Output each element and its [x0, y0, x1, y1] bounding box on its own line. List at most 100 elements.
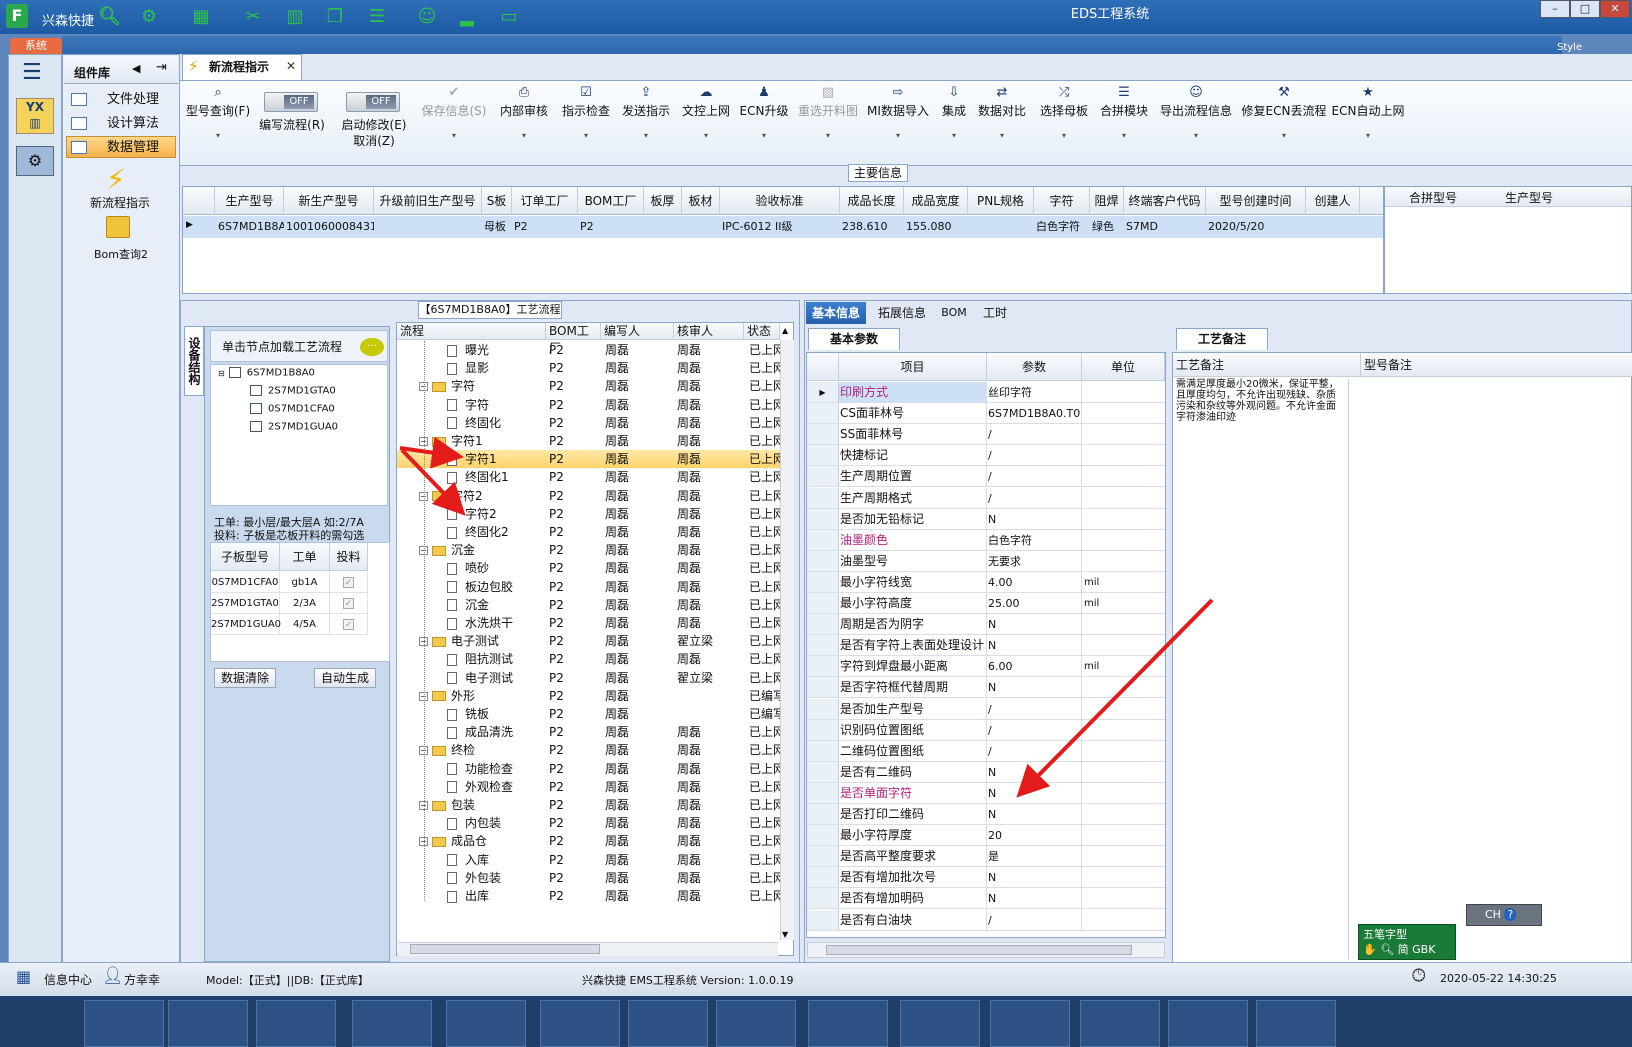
param-row[interactable]: 是否高平整度要求是	[807, 846, 1165, 868]
column-header[interactable]: 成品长度	[840, 187, 904, 215]
column-header[interactable]: 新生产型号	[284, 187, 374, 215]
param-row[interactable]: 是否字符框代替周期 N	[807, 677, 1165, 699]
param-value[interactable]: /	[987, 909, 1082, 930]
process-row[interactable]: 阻抗测试 P2 周磊 周磊 已上网	[397, 650, 780, 668]
param-row[interactable]: 快捷标记 /	[807, 445, 1165, 467]
tab-process-remark[interactable]: 工艺备注	[1176, 328, 1268, 350]
shortcut-bom-query[interactable]: Bom查询2	[94, 246, 148, 262]
column-header[interactable]: 工单	[280, 543, 330, 571]
table-cell[interactable]: 白色字符	[1034, 216, 1090, 238]
process-row[interactable]: − 外形 P2 周磊 已编写	[397, 687, 780, 705]
table-cell[interactable]	[682, 216, 720, 238]
param-value[interactable]: N	[987, 677, 1082, 698]
tab-new-flow[interactable]: 新流程指示	[182, 54, 302, 80]
gear-icon[interactable]: ⚙	[138, 6, 160, 28]
process-row[interactable]: 终固化2 P2 周磊 周磊 已上网	[397, 523, 780, 541]
library-item[interactable]: 设计算法	[66, 112, 176, 134]
param-value[interactable]: 25.00	[987, 593, 1082, 613]
param-row[interactable]: 是否有字符上表面处理设计 N	[807, 635, 1165, 657]
grid-icon[interactable]: ▦	[190, 6, 212, 28]
process-row[interactable]: 曝光 P2 周磊 周磊 已上网	[397, 341, 780, 359]
grid-icon[interactable]: ▦	[16, 968, 36, 986]
param-value[interactable]: N	[987, 888, 1082, 909]
column-header[interactable]: 板材	[682, 187, 720, 215]
column-header[interactable]: 流程	[397, 323, 546, 340]
copy-icon[interactable]: ❐	[324, 6, 346, 28]
taskbar-button[interactable]	[540, 1000, 620, 1047]
process-row[interactable]: − 电子测试 P2 周磊 翟立梁 已上网	[397, 632, 780, 650]
column-header[interactable]: 板厚	[644, 187, 682, 215]
param-value[interactable]: N	[987, 614, 1082, 635]
process-row[interactable]: 板边包胶 P2 周磊 周磊 已上网	[397, 578, 780, 596]
process-row[interactable]: 喷砂 P2 周磊 周磊 已上网	[397, 559, 780, 577]
param-value[interactable]: 无要求	[987, 550, 1082, 571]
ime-status-bar[interactable]: 五笔字型 ✋ 🔍︎ 简 GBK	[1358, 924, 1456, 960]
auto-generate-button[interactable]: 自动生成	[314, 668, 376, 688]
user-icon[interactable]: ☺	[416, 6, 438, 28]
taskbar-button[interactable]	[1256, 1000, 1336, 1047]
param-row[interactable]: 周期是否为阴字 N	[807, 614, 1165, 636]
close-tab-icon[interactable]: ✕	[286, 59, 296, 73]
process-row[interactable]: 水洗烘干 P2 周磊 周磊 已上网	[397, 614, 780, 632]
param-row[interactable]: CS面菲林号 6S7MD1B8A0.T01	[807, 403, 1165, 425]
column-header[interactable]: 成品宽度	[904, 187, 968, 215]
scissors-icon[interactable]: ✂	[242, 6, 264, 28]
param-value[interactable]: N	[987, 761, 1082, 782]
tab-device-structure[interactable]: 设备结构	[184, 326, 204, 396]
taskbar-button[interactable]	[716, 1000, 796, 1047]
process-row[interactable]: − 包装 P2 周磊 周磊 已上网	[397, 796, 780, 814]
tab-work-hours[interactable]: 工时	[978, 302, 1012, 324]
list-icon[interactable]: ☰	[366, 6, 388, 28]
param-row[interactable]: 油墨型号 无要求	[807, 550, 1165, 572]
system-menu-tab[interactable]: 系统	[10, 38, 62, 54]
process-row[interactable]: 终固化1 P2 周磊 周磊 已上网	[397, 468, 780, 486]
table-cell[interactable]: P2	[512, 216, 578, 238]
param-value[interactable]: /	[987, 719, 1082, 740]
column-header[interactable]: BOM工厂	[578, 187, 644, 215]
info-center-link[interactable]: 信息中心	[44, 971, 92, 988]
column-header[interactable]: 订单工厂	[512, 187, 578, 215]
param-row[interactable]: 生产周期格式 /	[807, 487, 1165, 509]
folder-icon[interactable]	[106, 216, 130, 238]
column-header[interactable]: 核审人	[674, 323, 744, 340]
toggle-switch[interactable]: OFF	[264, 92, 318, 112]
column-header[interactable]: 生产型号	[216, 187, 284, 215]
table-cell[interactable]	[968, 216, 1034, 238]
column-header[interactable]: BOM工厂	[546, 323, 601, 355]
table-cell[interactable]: 2020/5/20	[1206, 216, 1306, 238]
column-header[interactable]: 单位	[1082, 353, 1165, 381]
toggle-switch[interactable]: OFF	[346, 92, 400, 112]
param-value[interactable]: /	[987, 466, 1082, 487]
param-value[interactable]: N	[987, 508, 1082, 529]
taskbar-button[interactable]	[446, 1000, 526, 1047]
taskbar-button[interactable]	[900, 1000, 980, 1047]
pin-icon[interactable]: ⇥	[156, 60, 167, 75]
ime-language-bar[interactable]: CH ?	[1466, 904, 1542, 926]
shortcut-new-flow[interactable]: 新流程指示	[90, 194, 150, 211]
column-header[interactable]: 型号备注	[1361, 353, 1632, 377]
param-value[interactable]: /	[987, 698, 1082, 719]
param-row[interactable]: 是否有增加明码 N	[807, 888, 1165, 910]
table-cell[interactable]: 母板	[482, 216, 512, 238]
column-header[interactable]: 生产型号	[1481, 189, 1577, 206]
column-header[interactable]: 编写人	[601, 323, 674, 340]
scroll-thumb[interactable]	[410, 944, 600, 954]
param-value[interactable]: /	[987, 445, 1082, 466]
param-row[interactable]: 是否有白油块 /	[807, 909, 1165, 931]
tree-node[interactable]: 2S7MD1GUA0	[250, 421, 338, 433]
column-header[interactable]: 型号创建时间	[1206, 187, 1306, 215]
library-item[interactable]: 文件处理	[66, 88, 176, 110]
column-header[interactable]: 参数	[987, 353, 1082, 381]
table-cell[interactable]	[644, 216, 682, 238]
ribbon-button[interactable]: ☺ 导出流程信息 ▾	[1146, 84, 1246, 140]
param-value[interactable]: N	[987, 867, 1082, 888]
param-value[interactable]: 20	[987, 825, 1082, 846]
taskbar-button[interactable]	[1080, 1000, 1160, 1047]
process-row[interactable]: 外观检查 P2 周磊 周磊 已上网	[397, 778, 780, 796]
process-row[interactable]: 内包装 P2 周磊 周磊 已上网	[397, 814, 780, 832]
tab-extended-info[interactable]: 拓展信息	[872, 302, 932, 324]
monitor-icon[interactable]: ▭	[498, 6, 520, 28]
library-item[interactable]: 数据管理	[66, 136, 176, 158]
tree-node[interactable]: 0S7MD1CFA0	[250, 403, 335, 415]
column-header[interactable]: 项目	[839, 353, 987, 381]
